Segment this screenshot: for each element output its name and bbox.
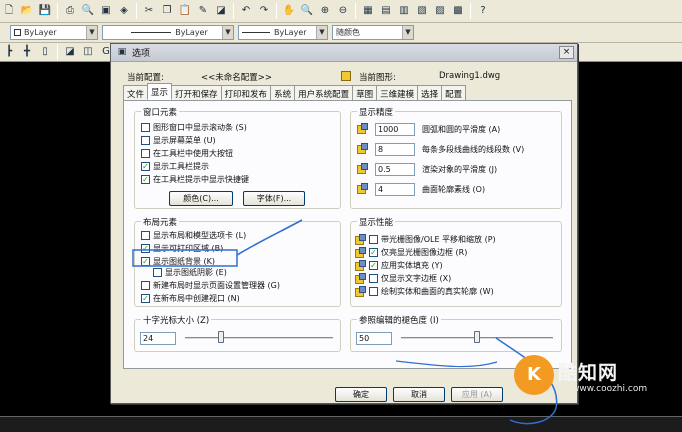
annotation-pointer-stroke (236, 219, 303, 256)
watermark-logo-icon: K (514, 355, 554, 395)
watermark-name: 酷知网 (558, 362, 619, 384)
annotation-underline-stroke (395, 360, 498, 368)
annotation-highlight-box (132, 249, 238, 267)
tab-display[interactable]: 显示 (147, 83, 173, 100)
watermark: K 酷知网 www.coozhi.com (506, 350, 682, 420)
watermark-url: www.coozhi.com (572, 384, 648, 394)
